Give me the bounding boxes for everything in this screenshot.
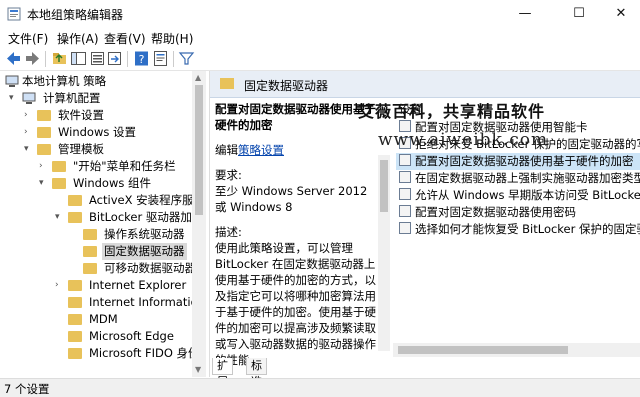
toolbar-separator bbox=[127, 51, 128, 67]
expanded-chevron-icon[interactable]: ▾ bbox=[24, 141, 29, 158]
collapsed-chevron-icon[interactable]: › bbox=[24, 107, 28, 124]
properties-icon[interactable] bbox=[152, 50, 169, 67]
folder-icon bbox=[68, 348, 82, 359]
folder-icon bbox=[68, 297, 82, 308]
status-text: 7 个设置 bbox=[4, 382, 50, 396]
back-arrow-icon[interactable] bbox=[5, 50, 22, 67]
status-bar: 7 个设置 bbox=[0, 378, 640, 397]
list-item[interactable]: 选择如何才能恢复受 BitLocker 保护的固定驱动器 bbox=[396, 221, 640, 238]
scroll-down-arrow-icon[interactable]: ▼ bbox=[195, 365, 201, 374]
filter-icon[interactable] bbox=[178, 50, 195, 67]
export-list-icon[interactable] bbox=[106, 50, 123, 67]
collapsed-chevron-icon[interactable]: › bbox=[39, 158, 43, 175]
show-hide-tree-icon[interactable] bbox=[70, 50, 87, 67]
folder-icon bbox=[37, 110, 51, 121]
help-icon[interactable]: ? bbox=[133, 50, 150, 67]
details-header-title: 固定数据驱动器 bbox=[244, 79, 329, 93]
up-folder-icon[interactable] bbox=[51, 50, 68, 67]
toolbar: ? bbox=[0, 48, 640, 71]
menu-action[interactable]: 操作(A) bbox=[57, 30, 99, 47]
description-scrollbar-thumb[interactable] bbox=[380, 160, 388, 212]
close-button[interactable]: ✕ bbox=[598, 0, 640, 28]
expanded-chevron-icon[interactable]: ▾ bbox=[39, 175, 44, 192]
list-view-icon[interactable] bbox=[89, 50, 106, 67]
folder-icon bbox=[83, 229, 97, 240]
menu-help[interactable]: 帮助(H) bbox=[151, 30, 193, 47]
list-item[interactable]: 配置对固定数据驱动器使用基于硬件的加密 bbox=[396, 153, 640, 170]
list-item[interactable]: 允许从 Windows 早期版本访问受 BitLocker 保护的固定数据驱动器 bbox=[396, 187, 640, 204]
description-scrollbar[interactable] bbox=[378, 155, 390, 351]
edit-policy-link[interactable]: 策略设置 bbox=[238, 143, 284, 157]
folder-icon bbox=[83, 263, 97, 274]
policy-setting-icon bbox=[399, 171, 411, 183]
scroll-up-arrow-icon[interactable]: ▲ bbox=[195, 73, 201, 82]
folder-icon bbox=[68, 212, 82, 223]
policy-setting-icon bbox=[399, 188, 411, 200]
details-header: 固定数据驱动器 bbox=[210, 71, 640, 98]
menu-bar: 文件(F) 操作(A) 查看(V) 帮助(H) bbox=[0, 28, 640, 48]
folder-icon bbox=[68, 195, 82, 206]
computer-icon bbox=[22, 92, 36, 104]
toolbar-separator bbox=[173, 51, 174, 67]
svg-text:?: ? bbox=[139, 53, 145, 66]
policy-description-panel: 配置对固定数据驱动器使用基于硬件的加密 编辑策略设置 要求: 至少 Windows… bbox=[215, 101, 377, 377]
expanded-chevron-icon[interactable]: ▾ bbox=[55, 209, 60, 226]
collapsed-chevron-icon[interactable]: › bbox=[24, 124, 28, 141]
policy-setting-icon bbox=[399, 205, 411, 217]
folder-icon bbox=[83, 246, 97, 257]
folder-icon bbox=[37, 144, 51, 155]
description: 描述: 使用此策略设置，可以管理 BitLocker 在固定数据驱动器上使用基于硬… bbox=[215, 225, 376, 367]
policy-setting-icon bbox=[399, 154, 411, 166]
folder-icon bbox=[68, 314, 82, 325]
maximize-button[interactable]: ☐ bbox=[556, 0, 602, 28]
watermark-url: www.aiweibk.com bbox=[378, 130, 549, 150]
computer-policy-icon bbox=[5, 75, 19, 87]
requirements: 要求: 至少 Windows Server 2012 或 Windows 8 bbox=[215, 168, 368, 214]
horizontal-scrollbar-thumb[interactable] bbox=[398, 346, 568, 354]
policy-editor-icon bbox=[7, 7, 21, 21]
expanded-chevron-icon[interactable]: ▾ bbox=[9, 90, 14, 107]
toolbar-separator bbox=[45, 51, 46, 67]
list-horizontal-scrollbar[interactable] bbox=[393, 343, 640, 357]
tab-extended[interactable]: 扩展 bbox=[212, 358, 233, 388]
menu-file[interactable]: 文件(F) bbox=[8, 30, 48, 47]
edit-line: 编辑策略设置 bbox=[215, 143, 284, 157]
tab-standard[interactable]: 标准 bbox=[246, 358, 267, 388]
title-bar: 本地组策略编辑器 — ☐ ✕ bbox=[0, 0, 640, 28]
tree-pane: 本地计算机 策略 ▾ 计算机配置 › 软件设置 › Windows 设置 ▾ 管… bbox=[0, 71, 206, 377]
policy-setting-icon bbox=[399, 222, 411, 234]
tree-scrollbar-thumb[interactable] bbox=[195, 85, 203, 215]
folder-icon bbox=[68, 331, 82, 342]
list-item[interactable]: 配置对固定数据驱动器使用密码 bbox=[396, 204, 640, 221]
list-item[interactable]: 在固定数据驱动器上强制实施驱动器加密类型 bbox=[396, 170, 640, 187]
policy-title: 配置对固定数据驱动器使用基于硬件的加密 bbox=[215, 102, 376, 132]
folder-icon bbox=[52, 161, 66, 172]
folder-icon bbox=[220, 78, 234, 89]
tree-scrollbar[interactable]: ▲ ▼ bbox=[192, 71, 206, 377]
folder-icon bbox=[37, 127, 51, 138]
watermark-slogan: 艾薇百科，共享精品软件 bbox=[358, 102, 546, 121]
menu-view[interactable]: 查看(V) bbox=[104, 30, 146, 47]
window-title: 本地组策略编辑器 bbox=[27, 8, 124, 22]
minimize-button[interactable]: — bbox=[502, 0, 548, 28]
collapsed-chevron-icon[interactable]: › bbox=[55, 277, 59, 294]
forward-arrow-icon[interactable] bbox=[24, 50, 41, 67]
folder-icon bbox=[68, 280, 82, 291]
folder-icon bbox=[52, 178, 66, 189]
